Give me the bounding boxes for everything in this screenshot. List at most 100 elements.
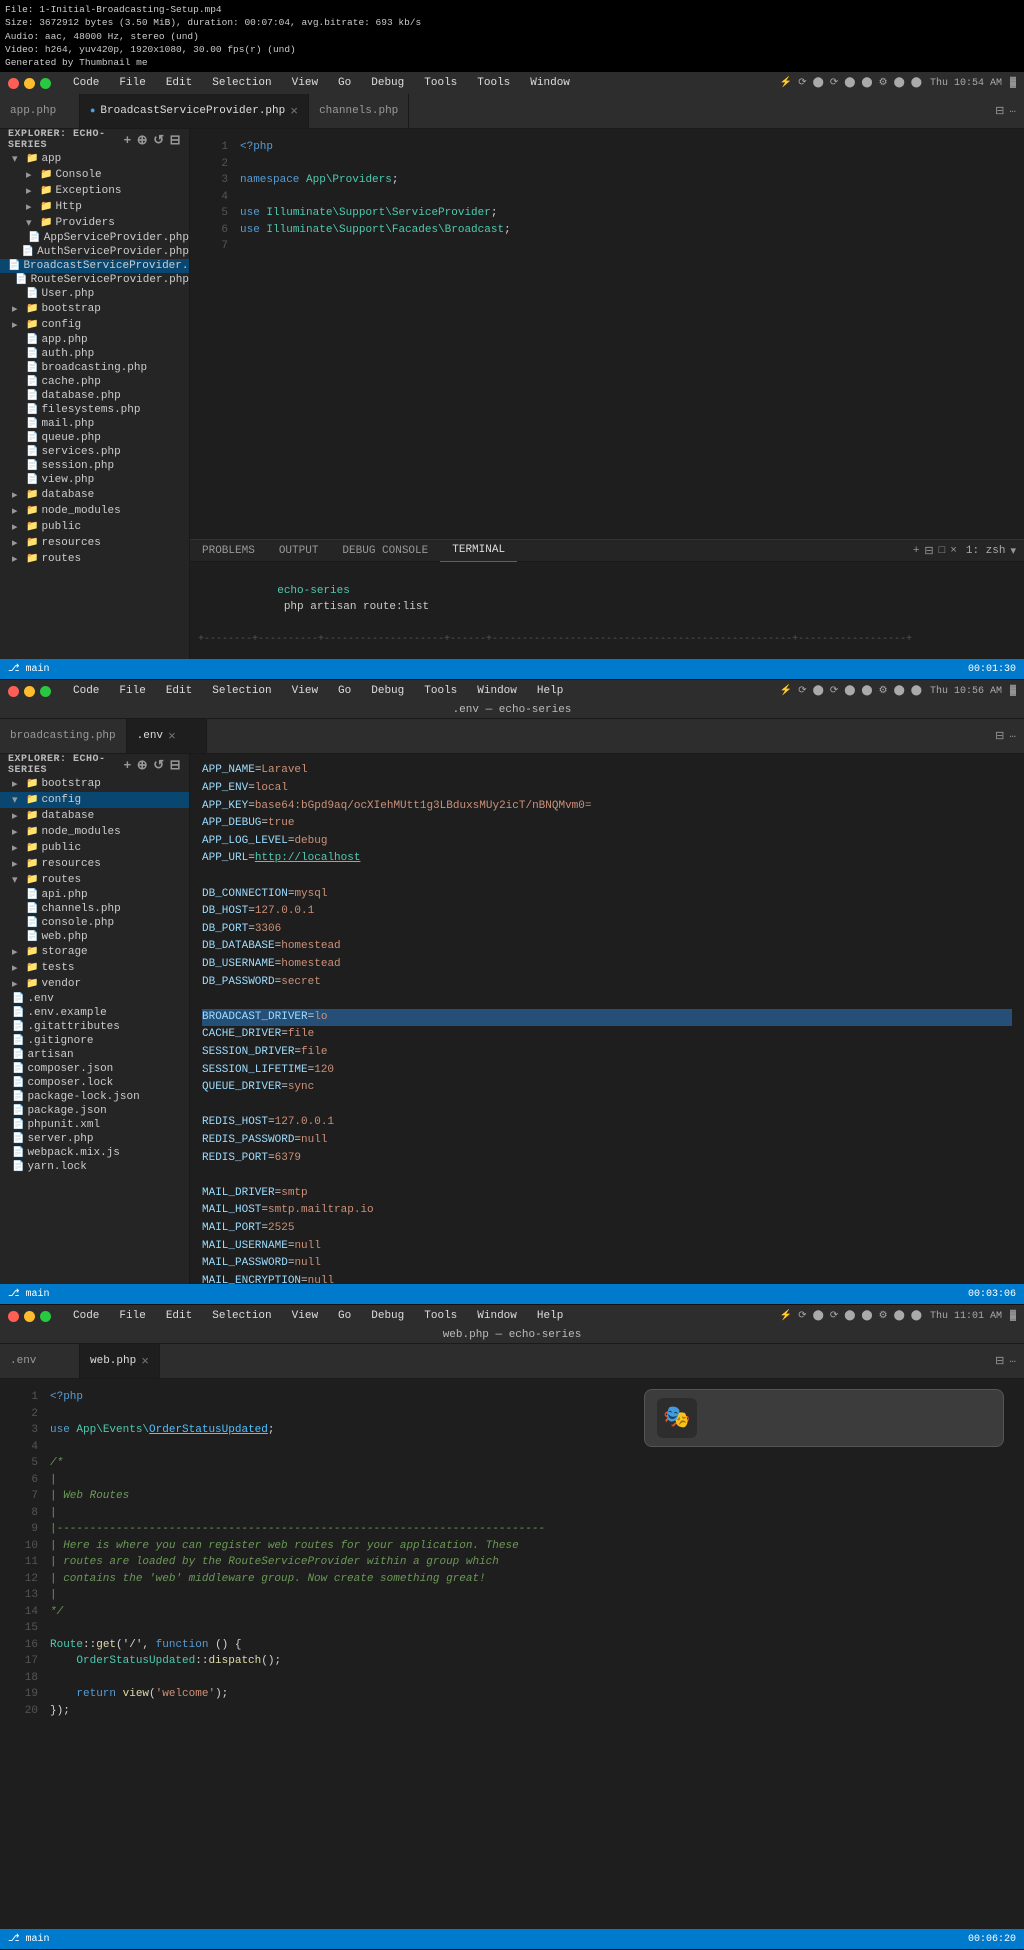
- sidebar2-item-storage[interactable]: ▸ 📁 storage: [0, 944, 189, 960]
- sidebar-item-providers[interactable]: ▾ 📁 Providers: [0, 215, 189, 231]
- sidebar-item-mail[interactable]: 📄 mail.php: [0, 417, 189, 431]
- sidebar2-item-config[interactable]: ▾ 📁 config: [0, 792, 189, 808]
- sidebar-refresh-icon[interactable]: ↺: [153, 133, 164, 148]
- menu-selection-2[interactable]: Selection: [208, 685, 275, 697]
- menu-tools-2[interactable]: Tools: [420, 685, 461, 697]
- tab-broadcasting-2[interactable]: broadcasting.php: [0, 719, 127, 754]
- menu-window-3[interactable]: Window: [473, 1310, 521, 1322]
- terminal-split-icon[interactable]: ⊟: [924, 544, 933, 558]
- code-editor-1[interactable]: 1 <?php 2 3 namespace App\Providers; 4 5: [190, 129, 1024, 539]
- menu-edit-3[interactable]: Edit: [162, 1310, 196, 1322]
- menu-tools-1[interactable]: Tools: [420, 77, 461, 89]
- sidebar-item-node-modules[interactable]: ▸ 📁 node_modules: [0, 503, 189, 519]
- sidebar2-item-resources[interactable]: ▸ 📁 resources: [0, 856, 189, 872]
- menu-file-2[interactable]: File: [115, 685, 149, 697]
- sidebar-item-authserviceprovider[interactable]: 📄 AuthServiceProvider.php: [0, 245, 189, 259]
- tab-dotenv-3[interactable]: .env: [0, 1344, 80, 1379]
- menu-debug-3[interactable]: Debug: [367, 1310, 408, 1322]
- sidebar2-item-dotenv-example[interactable]: 📄 .env.example: [0, 1006, 189, 1020]
- menu-code-2[interactable]: Code: [69, 685, 103, 697]
- menu-edit-1[interactable]: Edit: [162, 77, 196, 89]
- sidebar-item-config[interactable]: ▸ 📁 config: [0, 317, 189, 333]
- menu-window-1[interactable]: Tools: [473, 77, 514, 89]
- sidebar-new-file-icon-2[interactable]: +: [123, 758, 131, 773]
- sidebar2-item-phpunit[interactable]: 📄 phpunit.xml: [0, 1118, 189, 1132]
- sidebar2-item-web[interactable]: 📄 web.php: [0, 930, 189, 944]
- traffic-light-red-3[interactable]: [8, 1311, 19, 1322]
- menu-help-2[interactable]: Help: [533, 685, 567, 697]
- menu-file-1[interactable]: File: [115, 77, 149, 89]
- sidebar-item-filesystems[interactable]: 📄 filesystems.php: [0, 403, 189, 417]
- traffic-light-yellow-2[interactable]: [24, 686, 35, 697]
- terminal-close-icon[interactable]: ×: [950, 545, 957, 557]
- editor-split-icon-1[interactable]: ⊟: [995, 104, 1004, 118]
- sidebar-item-public[interactable]: ▸ 📁 public: [0, 519, 189, 535]
- menu-view-2[interactable]: View: [288, 685, 322, 697]
- sidebar-item-broadcastserviceprovider[interactable]: 📄 BroadcastServiceProvider.php: [0, 259, 189, 273]
- menu-view-1[interactable]: View: [288, 77, 322, 89]
- code-editor-3[interactable]: 1 <?php 2 3 use App\Events\OrderStatusUp…: [0, 1379, 1024, 1929]
- sidebar-item-auth[interactable]: 📄 auth.php: [0, 347, 189, 361]
- traffic-light-red-1[interactable]: [8, 78, 19, 89]
- sidebar-item-app[interactable]: ▾ 📁 app: [0, 151, 189, 167]
- sidebar2-item-dotenv[interactable]: 📄 .env: [0, 992, 189, 1006]
- menu-tools-3[interactable]: Tools: [420, 1310, 461, 1322]
- panel-tab-debug-console[interactable]: DEBUG CONSOLE: [330, 540, 440, 562]
- sidebar-new-file-icon[interactable]: +: [123, 133, 131, 148]
- sidebar-item-http[interactable]: ▸ 📁 Http: [0, 199, 189, 215]
- sidebar-collapse-icon-2[interactable]: ⊟: [170, 758, 181, 773]
- traffic-light-green-3[interactable]: [40, 1311, 51, 1322]
- sidebar2-item-vendor[interactable]: ▸ 📁 vendor: [0, 976, 189, 992]
- sidebar2-item-bootstrap[interactable]: ▸ 📁 bootstrap: [0, 776, 189, 792]
- editor-split-icon-2[interactable]: ⊟: [995, 729, 1004, 743]
- sidebar2-item-server[interactable]: 📄 server.php: [0, 1132, 189, 1146]
- sidebar-item-session[interactable]: 📄 session.php: [0, 459, 189, 473]
- menu-debug-1[interactable]: Debug: [367, 77, 408, 89]
- sidebar-item-routes[interactable]: ▸ 📁 routes: [0, 551, 189, 567]
- sidebar-refresh-icon-2[interactable]: ↺: [153, 758, 164, 773]
- sidebar2-item-yarn[interactable]: 📄 yarn.lock: [0, 1160, 189, 1174]
- menu-edit-2[interactable]: Edit: [162, 685, 196, 697]
- menu-go-1[interactable]: Go: [334, 77, 355, 89]
- sidebar-item-console[interactable]: ▸ 📁 Console: [0, 167, 189, 183]
- sidebar-new-folder-icon[interactable]: ⊕: [137, 133, 148, 148]
- sidebar-item-appserviceprovider[interactable]: 📄 AppServiceProvider.php: [0, 231, 189, 245]
- sidebar2-item-package-lock[interactable]: 📄 package-lock.json: [0, 1090, 189, 1104]
- sidebar-item-user[interactable]: 📄 User.php: [0, 287, 189, 301]
- tab-env-2[interactable]: .env ×: [127, 719, 207, 754]
- editor-more-icon-3[interactable]: …: [1009, 1354, 1016, 1368]
- sidebar2-item-channels[interactable]: 📄 channels.php: [0, 902, 189, 916]
- sidebar2-item-tests[interactable]: ▸ 📁 tests: [0, 960, 189, 976]
- menu-code-1[interactable]: Code: [69, 77, 103, 89]
- tab-channels-1[interactable]: channels.php: [309, 94, 409, 129]
- notification-input[interactable]: [705, 1412, 991, 1424]
- sidebar-item-services[interactable]: 📄 services.php: [0, 445, 189, 459]
- terminal-max-icon[interactable]: □: [939, 545, 946, 557]
- menu-window-2[interactable]: Window: [473, 685, 521, 697]
- menu-debug-2[interactable]: Debug: [367, 685, 408, 697]
- sidebar2-item-gitignore[interactable]: 📄 .gitignore: [0, 1034, 189, 1048]
- sidebar-item-config-app[interactable]: 📄 app.php: [0, 333, 189, 347]
- menu-view-3[interactable]: View: [288, 1310, 322, 1322]
- sidebar-item-database[interactable]: 📄 database.php: [0, 389, 189, 403]
- tab-broadcast-provider-1[interactable]: ● BroadcastServiceProvider.php ×: [80, 94, 309, 129]
- panel-tab-problems[interactable]: PROBLEMS: [190, 540, 267, 562]
- editor-split-icon-3[interactable]: ⊟: [995, 1354, 1004, 1368]
- sidebar-item-cache[interactable]: 📄 cache.php: [0, 375, 189, 389]
- editor-more-icon-2[interactable]: …: [1009, 729, 1016, 743]
- tab-app-php-1[interactable]: app.php: [0, 94, 80, 129]
- editor-more-icon-1[interactable]: …: [1009, 104, 1016, 118]
- menu-help-1[interactable]: Window: [526, 77, 574, 89]
- sidebar-item-routeserviceprovider[interactable]: 📄 RouteServiceProvider.php: [0, 273, 189, 287]
- sidebar-item-view[interactable]: 📄 view.php: [0, 473, 189, 487]
- menu-file-3[interactable]: File: [115, 1310, 149, 1322]
- traffic-light-yellow-1[interactable]: [24, 78, 35, 89]
- sidebar2-item-public[interactable]: ▸ 📁 public: [0, 840, 189, 856]
- menu-code-3[interactable]: Code: [69, 1310, 103, 1322]
- sidebar2-item-api[interactable]: 📄 api.php: [0, 888, 189, 902]
- sidebar-new-folder-icon-2[interactable]: ⊕: [137, 758, 148, 773]
- traffic-light-green-1[interactable]: [40, 78, 51, 89]
- traffic-light-yellow-3[interactable]: [24, 1311, 35, 1322]
- sidebar-item-resources[interactable]: ▸ 📁 resources: [0, 535, 189, 551]
- menu-go-2[interactable]: Go: [334, 685, 355, 697]
